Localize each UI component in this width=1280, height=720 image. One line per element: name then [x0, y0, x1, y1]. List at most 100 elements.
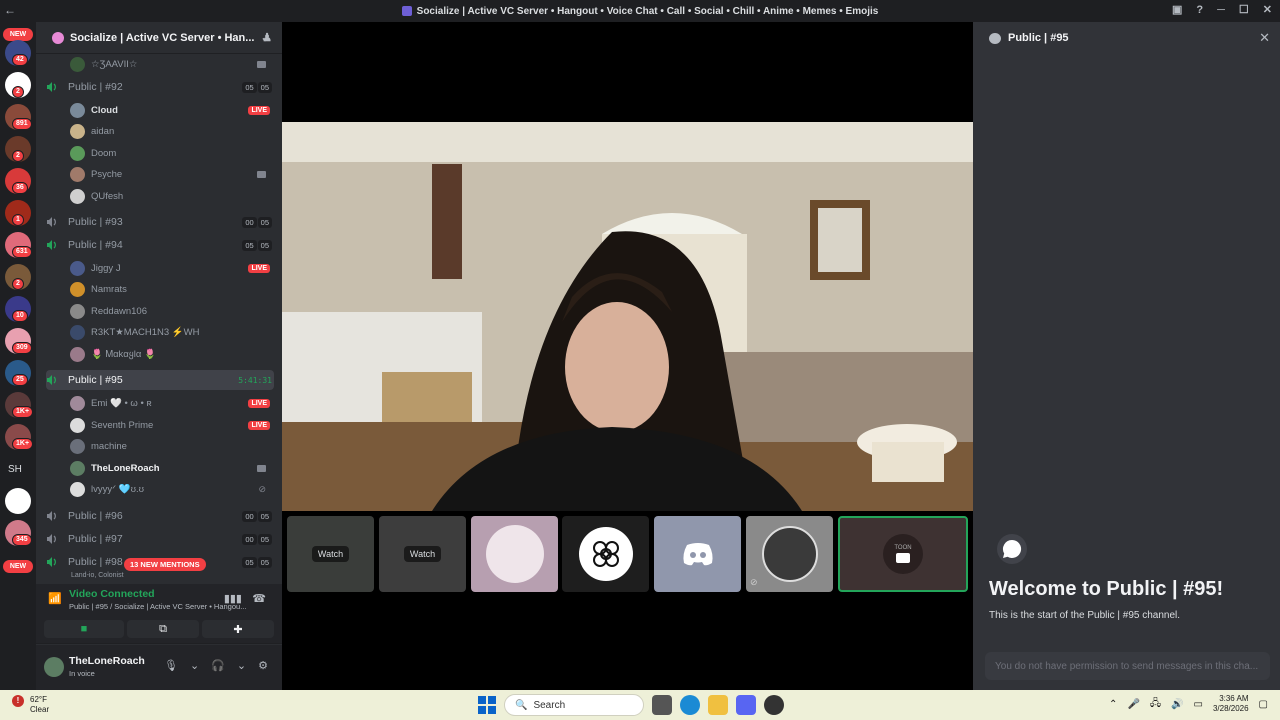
watch-stream-button[interactable]: Watch: [403, 546, 442, 562]
microphone-icon[interactable]: 🎙: [164, 659, 178, 672]
edge-icon[interactable]: [680, 695, 700, 715]
voice-user[interactable]: Doom: [70, 143, 270, 163]
chat-bubble-icon: [997, 534, 1027, 564]
chevron-down-icon[interactable]: ⌄: [237, 659, 246, 672]
user-name: Emi 🤍 • ω • ʀ: [91, 397, 152, 409]
avatar: [70, 346, 85, 362]
server-header[interactable]: Socialize | Active VC Server • Han... ⌄ …: [36, 22, 282, 54]
network-icon[interactable]: 🖧: [1150, 696, 1161, 713]
voice-user[interactable]: Cloud LIVE: [70, 100, 270, 120]
discord-taskbar-icon[interactable]: [736, 695, 756, 715]
participant-tile[interactable]: Watch: [379, 516, 466, 592]
voice-user[interactable]: aidan: [70, 121, 270, 141]
voice-user[interactable]: lvyyyᐟ 🩵ʊ.ʊ ⊘: [70, 479, 270, 499]
server-badge: 2: [12, 86, 24, 98]
server-badge: 345: [12, 534, 32, 546]
user-name: Reddawn106: [91, 305, 147, 317]
window-titlebar: ← Socialize | Active VC Server • Hangout…: [0, 0, 1280, 22]
voice-channel-96[interactable]: Public | #96 00 05: [46, 506, 274, 526]
video-stage: Watch Watch ⊘ TOON: [282, 22, 973, 690]
close-icon[interactable]: ✕: [1259, 30, 1270, 46]
chrome-icon[interactable]: [764, 695, 784, 715]
avatar: [70, 460, 85, 476]
server-name: Socialize | Active VC Server • Han...: [70, 31, 255, 44]
new-mentions-pill[interactable]: 13 NEW MENTIONS: [124, 558, 206, 571]
maximize-icon[interactable]: ☐: [1239, 3, 1249, 16]
clock[interactable]: 3:36 AM 3/28/2026: [1213, 694, 1249, 714]
voice-channel-93[interactable]: Public | #93 00 05: [46, 212, 274, 232]
disconnect-icon[interactable]: ☎: [252, 592, 266, 605]
headphones-icon[interactable]: 🎧: [211, 659, 225, 672]
taskbar-search[interactable]: 🔍 Search: [504, 694, 644, 716]
server-icon: [401, 6, 412, 16]
live-badge[interactable]: LIVE: [248, 420, 270, 430]
battery-icon[interactable]: ▭: [1194, 699, 1203, 710]
voice-user[interactable]: machine: [70, 436, 270, 456]
voice-user[interactable]: QUfesh: [70, 186, 270, 206]
server-initials[interactable]: SH: [8, 464, 22, 475]
welcome-title: Welcome to Public | #95!: [989, 578, 1224, 600]
back-arrow-icon[interactable]: ←: [4, 3, 16, 17]
user-name: R3KT★MACH1N3 ⚡WH: [91, 326, 200, 338]
voice-user[interactable]: Jiggy J LIVE: [70, 258, 270, 278]
watch-stream-button[interactable]: Watch: [311, 546, 350, 562]
start-button[interactable]: [478, 696, 496, 714]
participant-tile[interactable]: Watch: [287, 516, 374, 592]
clock-date: 3/28/2026: [1212, 704, 1249, 713]
weather-widget[interactable]: ! 62°F Clear: [12, 695, 49, 715]
voice-channel-97[interactable]: Public | #97 00 05: [46, 529, 274, 549]
microphone-tray-icon[interactable]: 🎤: [1127, 699, 1139, 710]
volume-icon[interactable]: 🔊: [1171, 699, 1183, 710]
chevron-down-icon[interactable]: ⌄: [190, 659, 199, 672]
voice-user[interactable]: Seventh Prime LIVE: [70, 415, 270, 435]
voice-user[interactable]: Psyche: [70, 164, 270, 184]
voice-user[interactable]: R3KT★MACH1N3 ⚡WH: [70, 322, 270, 342]
live-badge[interactable]: LIVE: [248, 105, 270, 115]
server-badge: 309: [12, 342, 32, 354]
voice-user[interactable]: ☆ƷAAVII☆: [70, 54, 270, 74]
avatar: [70, 56, 85, 72]
notification-icon[interactable]: ▢: [1259, 699, 1268, 710]
voice-channel-92[interactable]: Public | #92 05 05: [46, 77, 274, 97]
file-explorer-icon[interactable]: [708, 695, 728, 715]
participant-tile[interactable]: [471, 516, 558, 592]
user-count: 00 05: [242, 216, 272, 228]
signal-icon[interactable]: 📶: [48, 592, 62, 605]
camera-toggle-button[interactable]: ■: [44, 620, 124, 638]
voice-channel-95[interactable]: Public | #95 5:41:31: [46, 370, 274, 390]
voice-user-self[interactable]: TheLoneRoach: [70, 458, 270, 478]
participant-tile[interactable]: [654, 516, 741, 592]
live-badge[interactable]: LIVE: [248, 398, 270, 408]
participant-tile[interactable]: [562, 516, 649, 592]
server-badge: 1: [12, 214, 24, 226]
avatar: [70, 145, 85, 161]
invite-icon[interactable]: ♟: [262, 31, 272, 44]
voice-user[interactable]: Reddawn106: [70, 301, 270, 321]
message-input[interactable]: You do not have permission to send messa…: [985, 652, 1270, 680]
live-badge[interactable]: LIVE: [248, 263, 270, 273]
task-view-icon[interactable]: [652, 695, 672, 715]
participant-tile[interactable]: ⊘: [746, 516, 833, 592]
video-feed[interactable]: [282, 122, 973, 511]
screen-share-button[interactable]: ⧉: [127, 620, 199, 638]
inbox-icon[interactable]: ▣: [1172, 3, 1182, 16]
activities-button[interactable]: ✚: [202, 620, 274, 638]
help-icon[interactable]: ?: [1196, 4, 1203, 16]
user-panel-name[interactable]: TheLoneRoach: [69, 655, 145, 667]
new-badge-bottom[interactable]: NEW: [3, 560, 33, 573]
voice-user[interactable]: Emi 🤍 • ω • ʀ LIVE: [70, 393, 270, 413]
server-icon-14[interactable]: [5, 488, 31, 514]
participant-tile-self[interactable]: TOON: [838, 516, 968, 592]
minimize-icon[interactable]: ─: [1217, 4, 1225, 16]
user-name: Psyche: [91, 168, 123, 180]
voice-user[interactable]: Namrats: [70, 279, 270, 299]
close-window-icon[interactable]: ✕: [1263, 3, 1272, 16]
chevron-up-icon[interactable]: ⌃: [1109, 699, 1117, 710]
voice-connected-label[interactable]: Video Connected: [69, 588, 155, 600]
settings-gear-icon[interactable]: ⚙: [258, 659, 268, 672]
avatar[interactable]: [44, 657, 64, 677]
voice-channel-94[interactable]: Public | #94 05 05: [46, 235, 274, 255]
call-timer: 5:41:31: [238, 375, 272, 385]
noise-suppression-icon[interactable]: ▮▮▮: [224, 592, 242, 605]
voice-user[interactable]: 🌷 Ꮇαkαყlα 🌷: [70, 344, 270, 364]
